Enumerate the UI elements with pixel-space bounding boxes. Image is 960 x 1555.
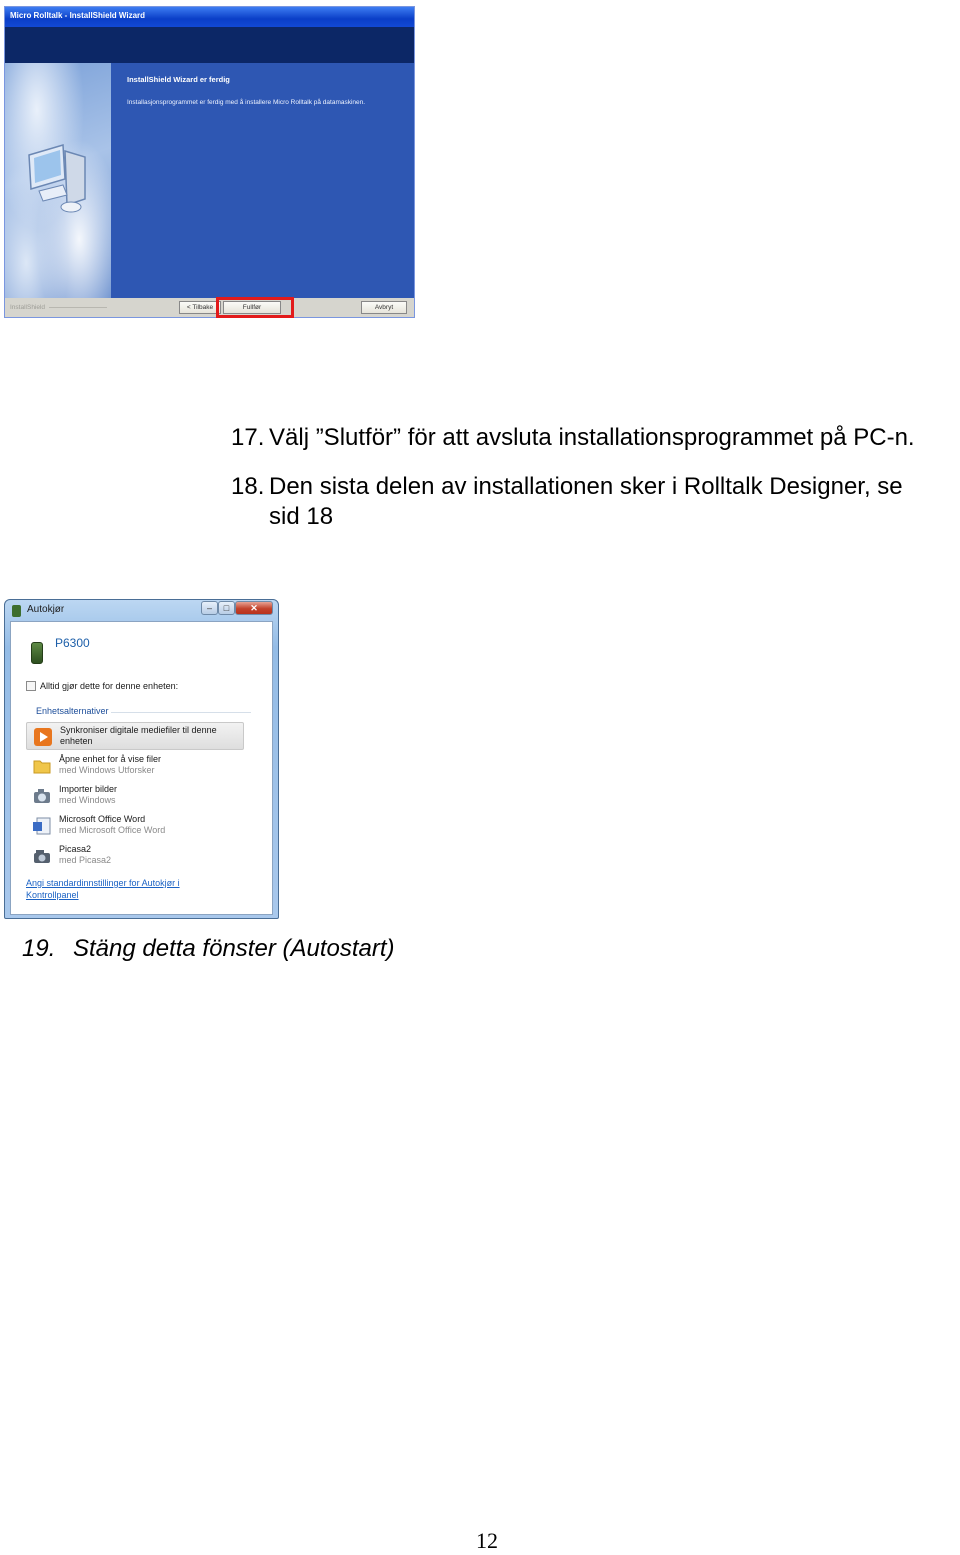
- option-import-pictures[interactable]: Importer bilder med Windows: [26, 782, 244, 810]
- device-small-icon: [12, 605, 21, 617]
- folder-icon: [33, 760, 51, 774]
- option-open-folder[interactable]: Åpne enhet for å vise filer med Windows …: [26, 752, 244, 780]
- step-18: 18. Den sista delen av installationen sk…: [231, 472, 960, 532]
- option-title: Microsoft Office Word: [59, 814, 146, 824]
- step-text-line-1: Den sista delen av installationen sker i…: [269, 473, 903, 500]
- control-panel-link[interactable]: Angi standardinnstillinger for Autokjør …: [26, 878, 180, 888]
- option-subtitle: med Microsoft Office Word: [59, 825, 166, 835]
- word-document-icon: [33, 817, 51, 835]
- control-panel-link-continued[interactable]: Kontrollpanel: [26, 890, 79, 900]
- wizard-heading: InstallShield Wizard er ferdig: [127, 75, 230, 84]
- section-divider: [111, 712, 251, 713]
- wizard-side-image: [5, 63, 111, 298]
- minimize-button[interactable]: –: [201, 601, 218, 615]
- device-name: P6300: [55, 636, 90, 650]
- installshield-wizard-screenshot: Micro Rolltalk - InstallShield Wizard In…: [4, 6, 415, 318]
- maximize-button[interactable]: □: [218, 601, 235, 615]
- window-title: Autokjør: [27, 604, 65, 615]
- mobile-device-icon: [31, 642, 43, 664]
- page-number: 12: [476, 1528, 498, 1553]
- step-number: 18.: [231, 473, 265, 500]
- option-title: Synkroniser digitale mediefiler til denn…: [60, 725, 217, 735]
- option-subtitle: enheten: [60, 736, 93, 746]
- section-title: Enhetsalternativer: [36, 706, 109, 716]
- wizard-header-band: [5, 27, 414, 63]
- option-subtitle: med Windows: [59, 795, 116, 805]
- checkbox-label: Alltid gjør dette for denne enheten:: [40, 681, 179, 691]
- always-do-checkbox[interactable]: [26, 681, 36, 691]
- computer-icon: [28, 144, 86, 213]
- finish-button-highlight: [216, 297, 294, 318]
- option-subtitle: med Picasa2: [59, 855, 112, 865]
- step-text: Stäng detta fönster (Autostart): [73, 935, 395, 962]
- wizard-content-panel: InstallShield Wizard er ferdig Installas…: [111, 63, 414, 298]
- option-subtitle: med Windows Utforsker: [59, 765, 155, 775]
- step-text-line-2: sid 18: [269, 503, 334, 530]
- step-number: 17.: [231, 424, 265, 451]
- option-title: Åpne enhet for å vise filer: [59, 754, 162, 764]
- autoplay-content: P6300 Alltid gjør dette for denne enhete…: [10, 621, 273, 915]
- step-number: 19.: [22, 935, 56, 962]
- wizard-footer: InstallShield < Tilbake Fullfør Avbryt: [5, 297, 414, 318]
- picasa-camera-icon: [34, 850, 50, 863]
- option-picasa[interactable]: Picasa2 med Picasa2: [26, 842, 244, 870]
- option-title: Importer bilder: [59, 784, 118, 794]
- wizard-message: Installasjonsprogrammet er ferdig med å …: [127, 99, 366, 106]
- media-sync-icon: [34, 728, 52, 746]
- step-text: Välj ”Slutför” för att avsluta installat…: [269, 424, 915, 451]
- wizard-title: Micro Rolltalk - InstallShield Wizard: [10, 11, 146, 20]
- camera-icon: [34, 789, 50, 803]
- option-sync-media[interactable]: Synkroniser digitale mediefiler til denn…: [26, 722, 244, 750]
- option-office-word[interactable]: Microsoft Office Word med Microsoft Offi…: [26, 812, 244, 840]
- cancel-button[interactable]: Avbryt: [361, 301, 407, 314]
- back-button[interactable]: < Tilbake: [179, 301, 221, 314]
- installshield-brand: InstallShield: [10, 304, 46, 311]
- autoplay-window-screenshot: Autokjør – □ ✕ P6300 Alltid gjør dette f…: [4, 599, 279, 919]
- close-button[interactable]: ✕: [235, 601, 273, 615]
- footer-divider: [49, 307, 107, 308]
- step-17: 17. Välj ”Slutför” för att avsluta insta…: [231, 423, 960, 453]
- wizard-titlebar: Micro Rolltalk - InstallShield Wizard: [5, 7, 414, 27]
- option-title: Picasa2: [59, 844, 92, 854]
